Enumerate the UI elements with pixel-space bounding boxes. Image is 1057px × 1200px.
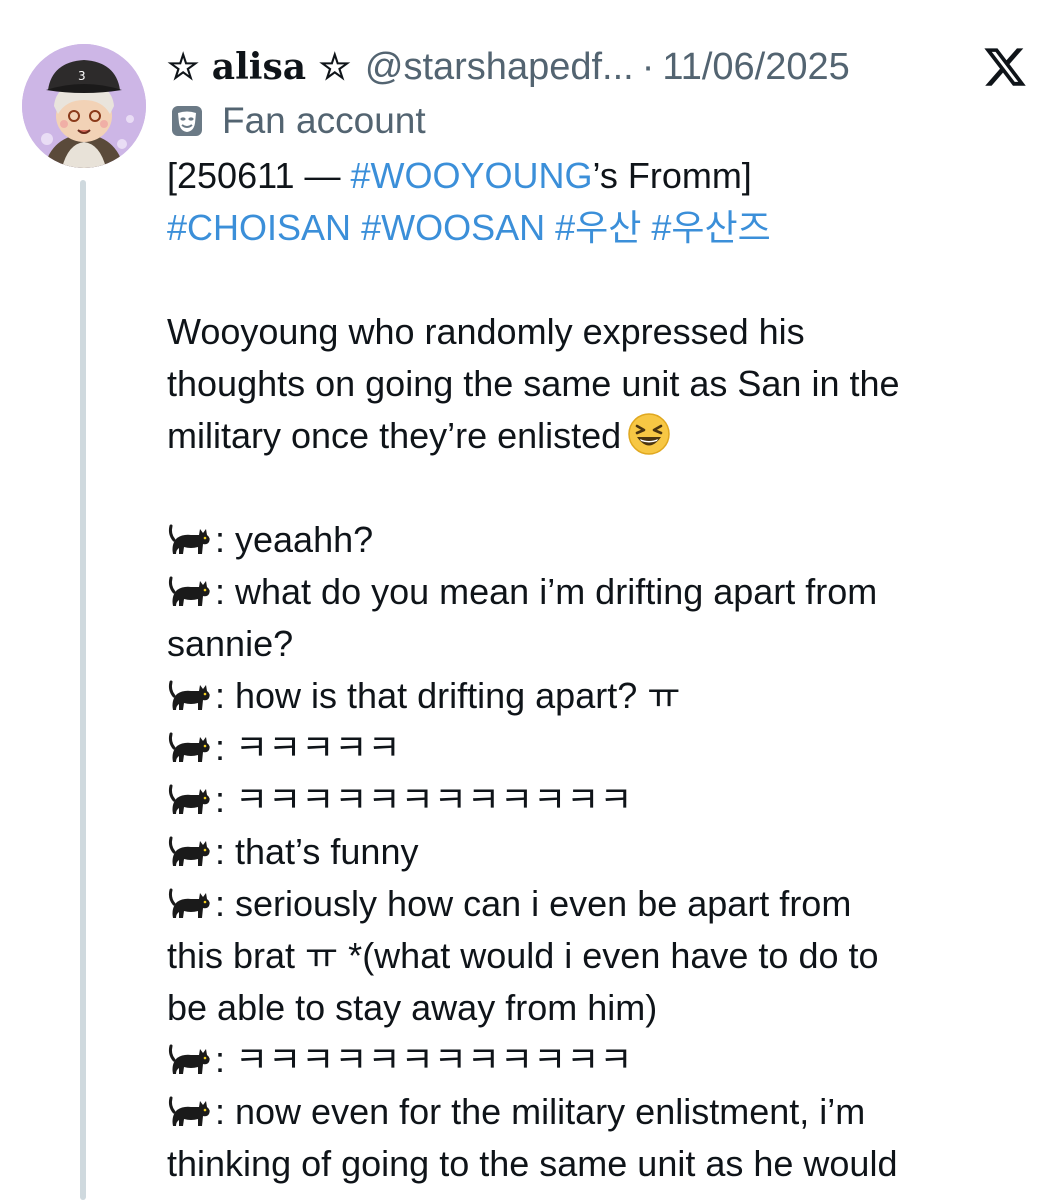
dialogue-line: : ㅋㅋㅋㅋㅋㅋㅋㅋㅋㅋㅋㅋ <box>167 774 1047 826</box>
hashtag-link[interactable]: #우산즈 <box>651 207 770 248</box>
black-cat-icon <box>167 1040 213 1080</box>
dialogue-text: : now even for the military enlistment, … <box>215 1091 866 1132</box>
intro-text: military once they’re enlisted <box>167 415 622 456</box>
user-handle[interactable]: @starshapedf... <box>365 46 634 89</box>
dialogue-text: : ㅋㅋㅋㅋㅋ <box>215 727 401 768</box>
dialogue-line: : what do you mean i’m drifting apart fr… <box>167 566 1047 618</box>
black-cat-icon <box>167 676 213 716</box>
black-cat-icon <box>167 520 213 560</box>
dialogue-line: : that’s funny <box>167 826 1047 878</box>
thread-line <box>80 180 86 1200</box>
account-label: Fan account <box>170 98 426 144</box>
hashtag-link[interactable]: #우산 <box>555 207 641 248</box>
intro-line: Wooyoung who randomly expressed his <box>167 311 805 352</box>
black-cat-icon <box>167 728 213 768</box>
avatar-illustration: 3 <box>22 44 146 168</box>
timestamp[interactable]: 11/06/2025 <box>662 46 849 89</box>
separator-dot: · <box>641 45 655 88</box>
svg-text:3: 3 <box>78 69 86 83</box>
dialogue-list: : yeaahh? : what do you mean i’m driftin… <box>167 514 1047 1190</box>
hashtags-line: #CHOISAN #WOOSAN #우산 #우산즈 <box>167 202 1047 254</box>
dialogue-line: : ㅋㅋㅋㅋㅋ <box>167 722 1047 774</box>
grinning-squinting-face-icon <box>627 412 671 456</box>
dialogue-text: : how is that drifting apart? ㅠ <box>215 675 681 716</box>
title-suffix: ’s Fromm] <box>592 155 752 196</box>
hashtag-link[interactable]: #WOOYOUNG <box>350 155 592 196</box>
display-name[interactable]: ☆ alisa ☆ <box>167 46 351 88</box>
intro-line: military once they’re enlisted <box>167 410 1047 462</box>
dialogue-line: sannie? <box>167 618 1047 670</box>
account-label-text: Fan account <box>222 100 426 141</box>
dialogue-line: thinking of going to the same unit as he… <box>167 1138 1047 1190</box>
dialogue-text: : that’s funny <box>215 831 419 872</box>
x-logo-icon[interactable] <box>982 44 1028 90</box>
dialogue-text: : ㅋㅋㅋㅋㅋㅋㅋㅋㅋㅋㅋㅋ <box>215 1039 633 1080</box>
dialogue-line: : yeaahh? <box>167 514 1047 566</box>
dialogue-line: : how is that drifting apart? ㅠ <box>167 670 1047 722</box>
dialogue-text: : yeaahh? <box>215 519 374 560</box>
black-cat-icon <box>167 572 213 612</box>
dialogue-line: : ㅋㅋㅋㅋㅋㅋㅋㅋㅋㅋㅋㅋ <box>167 1034 1047 1086</box>
dialogue-text: : seriously how can i even be apart from <box>215 883 852 924</box>
black-cat-icon <box>167 884 213 924</box>
dialogue-line: : now even for the military enlistment, … <box>167 1086 1047 1138</box>
theater-masks-icon <box>170 104 204 138</box>
black-cat-icon <box>167 780 213 820</box>
dialogue-line: : seriously how can i even be apart from <box>167 878 1047 930</box>
dialogue-text: this brat ㅠ *(what would i even have to … <box>167 935 879 976</box>
dialogue-text: sannie? <box>167 623 294 664</box>
black-cat-icon <box>167 1092 213 1132</box>
dialogue-text: be able to stay away from him) <box>167 987 658 1028</box>
title-prefix: [250611 — <box>167 155 351 196</box>
hashtag-link[interactable]: #WOOSAN <box>361 207 545 248</box>
dialogue-text: : ㅋㅋㅋㅋㅋㅋㅋㅋㅋㅋㅋㅋ <box>215 779 633 820</box>
black-cat-icon <box>167 832 213 872</box>
intro-line: thoughts on going the same unit as San i… <box>167 363 900 404</box>
title-line: [250611 — #WOOYOUNG’s Fromm] <box>167 150 1047 202</box>
tweet-body: [250611 — #WOOYOUNG’s Fromm] #CHOISAN #W… <box>167 150 1047 1190</box>
avatar[interactable]: 3 <box>22 44 146 168</box>
hashtag-link[interactable]: #CHOISAN <box>167 207 351 248</box>
dialogue-line: be able to stay away from him) <box>167 982 1047 1034</box>
tweet-header: ☆ alisa ☆ @starshapedf... · 11/06/2025 <box>167 42 850 92</box>
dialogue-line: this brat ㅠ *(what would i even have to … <box>167 930 1047 982</box>
dialogue-text: thinking of going to the same unit as he… <box>167 1143 898 1184</box>
dialogue-text: : what do you mean i’m drifting apart fr… <box>215 571 878 612</box>
